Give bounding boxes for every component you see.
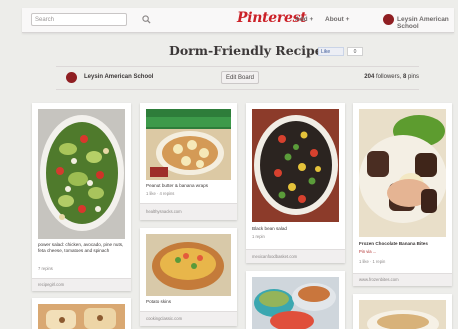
facebook-like-button[interactable]: Like [318, 47, 344, 56]
pin-description: power salad: chicken, avocado, pine nuts… [38, 242, 124, 253]
pin-repins: 1 like · 1 repin [359, 259, 386, 264]
user-menu[interactable]: Leysin American School [397, 16, 454, 30]
top-navigation-bar: Search Pinterest Add + About + Leysin Am… [22, 8, 454, 33]
owner-avatar[interactable] [66, 72, 77, 83]
pin-description: Peanut butter & banana wraps [146, 183, 209, 188]
pin-image[interactable] [359, 300, 446, 329]
pin-source[interactable]: healthysnacks.com [140, 203, 237, 220]
pin-card[interactable]: Peanut butter & banana wraps 1 like · 4 … [140, 103, 237, 220]
pin-image[interactable] [38, 109, 125, 239]
board-title: Dorm-Friendly Recipes [169, 43, 330, 58]
pin-image[interactable] [252, 109, 339, 222]
pin-image[interactable] [38, 304, 125, 329]
pin-card[interactable] [32, 298, 131, 329]
add-menu[interactable]: Add + [295, 16, 313, 23]
board-owner-name[interactable]: Leysin American School [84, 74, 153, 80]
pin-repins: 7 repins [38, 266, 53, 271]
pin-image[interactable] [359, 109, 446, 237]
pin-card[interactable] [353, 294, 452, 329]
pin-source[interactable]: mexicanfoodbasket.com [246, 249, 345, 263]
pin-card[interactable]: Potato skins cookingclassic.com [140, 228, 237, 326]
search-input[interactable]: Search [31, 13, 127, 26]
pin-comment: Pin via ... [359, 249, 377, 254]
pin-image[interactable] [146, 234, 231, 296]
about-menu[interactable]: About + [325, 16, 349, 23]
board-info-bar: Leysin American School Edit Board 204 fo… [56, 66, 419, 90]
search-icon[interactable] [142, 15, 151, 24]
pin-description: Frozen Chocolate Banana Bites [359, 241, 428, 246]
pin-source[interactable]: www.frozenbites.com [353, 273, 452, 286]
pin-repins: 1 like · 4 repins [146, 191, 175, 196]
pin-source[interactable]: recipegirl.com [32, 278, 131, 291]
pin-description: Black bean salad [252, 226, 287, 231]
edit-board-button[interactable]: Edit Board [221, 71, 259, 84]
pin-source[interactable]: cookingclassic.com [140, 311, 237, 326]
facebook-like-count: 0 [347, 47, 363, 56]
pin-image[interactable] [252, 277, 339, 329]
pin-description: Potato skins [146, 299, 172, 304]
pin-card[interactable]: Black bean salad 1 repin mexicanfoodbask… [246, 103, 345, 263]
user-avatar[interactable] [383, 14, 394, 25]
pin-card[interactable] [246, 271, 345, 329]
pin-repins: 1 repin [252, 234, 265, 239]
pin-card[interactable]: power salad: chicken, avocado, pine nuts… [32, 103, 131, 291]
board-stats: 204 followers, 8 pins [364, 74, 419, 80]
pin-image[interactable] [146, 109, 231, 180]
pin-card[interactable]: Frozen Chocolate Banana Bites Pin via ..… [353, 103, 452, 286]
